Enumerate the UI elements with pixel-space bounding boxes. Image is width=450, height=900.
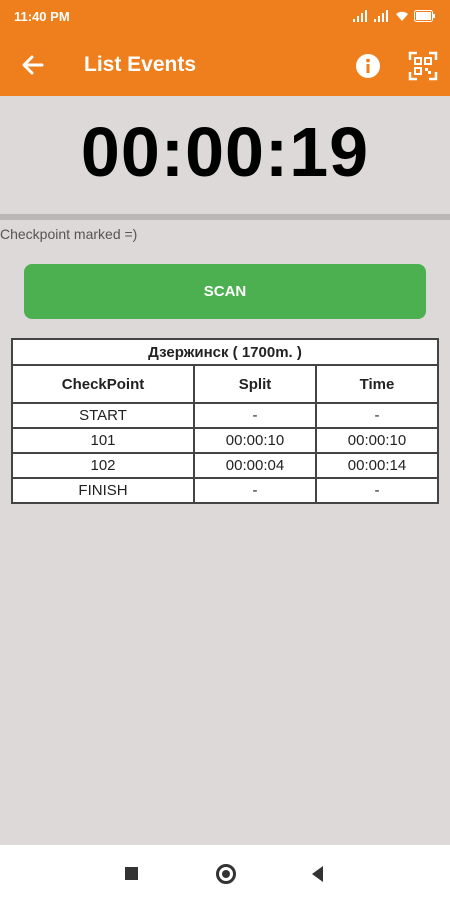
scan-button[interactable]: SCAN: [24, 264, 426, 319]
cell-split: -: [193, 402, 317, 429]
cell-time: -: [315, 477, 439, 504]
qr-scan-icon[interactable]: [408, 51, 438, 81]
divider: [0, 214, 450, 220]
status-icons: [353, 10, 436, 22]
back-arrow-icon[interactable]: [18, 50, 48, 80]
table-caption: Дзержинск ( 1700m. ): [11, 338, 439, 366]
checkpoint-table: Дзержинск ( 1700m. ) CheckPoint Split Ti…: [11, 338, 439, 504]
page-title: List Events: [84, 53, 197, 76]
cell-split: -: [193, 477, 317, 504]
battery-icon: [414, 10, 435, 22]
status-time: 11:40 PM: [14, 9, 70, 24]
table-row: START - -: [11, 402, 439, 429]
app-bar: List Events: [0, 34, 450, 96]
header-time: Time: [315, 364, 439, 404]
info-icon[interactable]: [354, 52, 382, 80]
wifi-icon: [396, 11, 408, 21]
signal-icon: [353, 10, 367, 22]
cell-checkpoint: FINISH: [11, 477, 195, 504]
square-icon[interactable]: [125, 867, 138, 880]
cell-time: -: [315, 402, 439, 429]
table-row: 102 00:00:04 00:00:14: [11, 452, 439, 479]
cell-checkpoint: 101: [11, 427, 195, 454]
header-split: Split: [193, 364, 317, 404]
cell-time: 00:00:10: [315, 427, 439, 454]
cell-time: 00:00:14: [315, 452, 439, 479]
status-bar: 11:40 PM: [0, 0, 450, 34]
table-row: FINISH - -: [11, 477, 439, 504]
system-nav-bar: [0, 845, 450, 900]
cell-split: 00:00:10: [193, 427, 317, 454]
home-circle-icon[interactable]: [216, 864, 236, 884]
cell-split: 00:00:04: [193, 452, 317, 479]
cell-checkpoint: START: [11, 402, 195, 429]
signal-icon-2: [374, 10, 388, 22]
cell-checkpoint: 102: [11, 452, 195, 479]
elapsed-timer: 00:00:19: [80, 113, 370, 191]
back-triangle-icon[interactable]: [312, 866, 323, 882]
table-row: 101 00:00:10 00:00:10: [11, 427, 439, 454]
status-message: Checkpoint marked =): [0, 226, 138, 242]
header-checkpoint: CheckPoint: [11, 364, 195, 404]
